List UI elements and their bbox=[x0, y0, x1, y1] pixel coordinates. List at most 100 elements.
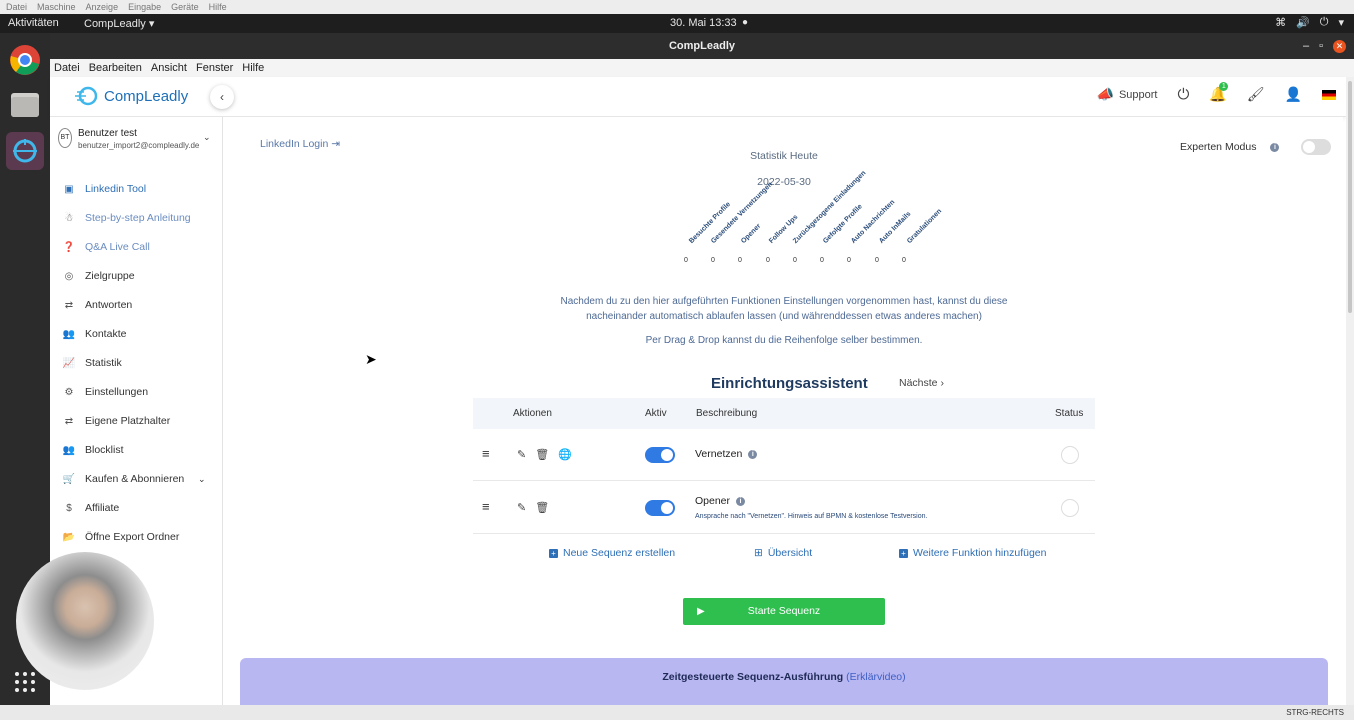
explainer-video-link[interactable]: (Erklärvideo) bbox=[846, 671, 906, 683]
support-label: Support bbox=[1118, 88, 1158, 101]
sidebar-item-eigene-platzhalter[interactable]: ⇄ Eigene Platzhalter bbox=[50, 408, 222, 434]
collapse-sidebar-button[interactable]: ‹ bbox=[210, 85, 234, 109]
close-icon[interactable]: ✕ bbox=[1333, 39, 1346, 53]
activities-button[interactable]: Aktivitäten bbox=[8, 17, 59, 29]
power-icon: ⏻ bbox=[1319, 16, 1329, 28]
edit-icon[interactable]: ✎ bbox=[517, 448, 526, 461]
host-menu-item[interactable]: Hilfe bbox=[209, 2, 227, 12]
stat-value: 0 bbox=[847, 257, 851, 264]
sidebar-item-statistik[interactable]: 📈 Statistik bbox=[50, 350, 222, 376]
app-menu-button[interactable]: CompLeadly ▾ bbox=[84, 17, 154, 30]
notifications-button[interactable]: 🔔 1 bbox=[1209, 82, 1229, 103]
table-row[interactable]: ≡ ✎ 🗑 🌐 Vernetzen i bbox=[473, 429, 1095, 481]
stat-value: 0 bbox=[793, 257, 797, 264]
chrome-icon[interactable] bbox=[6, 41, 44, 79]
sidebar-item-label: Linkedin Tool bbox=[85, 183, 147, 195]
column-status: Status bbox=[1055, 408, 1084, 419]
stat-value: 0 bbox=[820, 257, 824, 264]
active-toggle[interactable] bbox=[645, 500, 675, 516]
globe-icon[interactable]: 🌐 bbox=[558, 448, 572, 461]
row-description: Opener i bbox=[695, 495, 746, 507]
sidebar-item-einstellungen[interactable]: ⚙ Einstellungen bbox=[50, 379, 222, 405]
sidebar-item-label: Kontakte bbox=[85, 328, 127, 340]
sidebar-item-kaufen-abonnieren[interactable]: 🛒 Kaufen & Abonnieren ⌄ bbox=[50, 466, 222, 492]
info-icon[interactable]: i bbox=[748, 449, 758, 459]
wizard-next-label: Nächste bbox=[899, 377, 938, 389]
trash-icon[interactable]: 🗑 bbox=[535, 501, 549, 514]
profile-button[interactable]: 👤 bbox=[1285, 86, 1302, 103]
host-menu-item[interactable]: Eingabe bbox=[128, 2, 161, 12]
chevron-right-icon: › bbox=[940, 377, 944, 389]
host-menu-item[interactable]: Geräte bbox=[171, 2, 199, 12]
wizard-title: Einrichtungsassistent bbox=[711, 375, 868, 392]
logo-icon bbox=[75, 86, 98, 106]
info-icon[interactable]: i bbox=[736, 496, 746, 506]
sidebar-item-antworten[interactable]: ⇄ Antworten bbox=[50, 292, 222, 318]
person-icon: ☃ bbox=[64, 212, 74, 224]
table-header: Aktionen Aktiv Beschreibung Status bbox=[473, 398, 1095, 429]
menu-fenster[interactable]: Fenster bbox=[196, 62, 233, 74]
new-sequence-button[interactable]: + Neue Sequenz erstellen bbox=[549, 547, 675, 559]
row-subdescription: Ansprache nach "Vernetzen". Hinweis auf … bbox=[695, 513, 928, 520]
user-dropdown[interactable]: BT Benutzer test benutzer_import2@comple… bbox=[56, 125, 216, 155]
stat-value: 0 bbox=[711, 257, 715, 264]
status-indicator bbox=[1061, 499, 1079, 517]
clock[interactable]: 30. Mai 13:33 bbox=[670, 17, 737, 29]
paint-roller-button[interactable]: 🖌 bbox=[1247, 86, 1265, 103]
menu-ansicht[interactable]: Ansicht bbox=[151, 62, 187, 74]
sidebar-item-label: Kaufen & Abonnieren bbox=[85, 473, 185, 485]
block-icon: 👥 bbox=[62, 444, 76, 456]
sidebar-item-linkedin-tool[interactable]: ▣ Linkedin Tool bbox=[50, 176, 222, 202]
drag-handle-icon[interactable]: ≡ bbox=[482, 499, 490, 514]
active-toggle[interactable] bbox=[645, 447, 675, 463]
menu-bearbeiten[interactable]: Bearbeiten bbox=[89, 62, 142, 74]
sidebar-item-zielgruppe[interactable]: ◎ Zielgruppe bbox=[50, 263, 222, 289]
support-button[interactable]: 📣 Support bbox=[1097, 86, 1158, 103]
mouse-cursor: ➤ bbox=[365, 351, 377, 367]
sidebar-item-label: Einstellungen bbox=[85, 386, 149, 398]
host-menu-item[interactable]: Maschine bbox=[37, 2, 76, 12]
sidebar-item-label: Blocklist bbox=[85, 444, 124, 456]
sidebar-item-export-folder[interactable]: 📂 Öffne Export Ordner bbox=[50, 524, 222, 550]
app-menubar: Datei Bearbeiten Ansicht Fenster Hilfe bbox=[50, 59, 1354, 77]
german-flag-icon[interactable] bbox=[1322, 89, 1336, 100]
column-actions: Aktionen bbox=[513, 408, 552, 419]
status-indicator bbox=[1061, 446, 1079, 464]
menu-datei[interactable]: Datei bbox=[54, 62, 80, 74]
files-icon[interactable] bbox=[6, 85, 44, 123]
overview-button[interactable]: ⊞ Übersicht bbox=[754, 547, 812, 559]
menu-hilfe[interactable]: Hilfe bbox=[242, 62, 264, 74]
drag-drop-hint: Per Drag & Drop kannst du die Reihenfolg… bbox=[645, 335, 923, 346]
sidebar-item-label: Eigene Platzhalter bbox=[85, 415, 171, 427]
compleadly-dock-icon[interactable] bbox=[6, 132, 44, 170]
wizard-next-button[interactable]: Nächste › bbox=[899, 377, 944, 389]
row-title: Vernetzen bbox=[695, 448, 743, 460]
sidebar-item-step-by-step[interactable]: ☃ Step-by-step Anleitung bbox=[50, 205, 222, 231]
target-icon: ◎ bbox=[64, 270, 74, 282]
trash-icon[interactable]: 🗑 bbox=[535, 448, 549, 461]
chevron-left-icon: ‹ bbox=[220, 90, 224, 104]
drag-handle-icon[interactable]: ≡ bbox=[482, 446, 490, 461]
stat-date: 2022-05-30 bbox=[757, 176, 811, 188]
system-topbar: Aktivitäten CompLeadly ▾ 30. Mai 13:33 ●… bbox=[0, 14, 1354, 33]
maximize-icon[interactable]: ▫ bbox=[1319, 33, 1323, 59]
host-menu-item[interactable]: Anzeige bbox=[86, 2, 119, 12]
add-function-button[interactable]: + Weitere Funktion hinzufügen bbox=[899, 547, 1046, 559]
scrollbar[interactable] bbox=[1346, 77, 1354, 705]
logo[interactable]: CompLeadly bbox=[74, 85, 188, 107]
linkedin-login-link[interactable]: LinkedIn Login ⇥ bbox=[260, 138, 340, 150]
table-row[interactable]: ≡ ✎ 🗑 Opener i Ansprache nach "Vernetzen"… bbox=[473, 482, 1095, 534]
scrollbar-thumb[interactable] bbox=[1348, 81, 1352, 313]
edit-icon[interactable]: ✎ bbox=[517, 501, 526, 514]
host-menu-item[interactable]: Datei bbox=[6, 2, 27, 12]
system-tray[interactable]: ⌘ 🔊 ⏻ ▾ bbox=[1275, 16, 1344, 29]
sidebar-item-blocklist[interactable]: 👥 Blocklist bbox=[50, 437, 222, 463]
power-button[interactable]: ⏻ bbox=[1177, 86, 1189, 103]
sidebar-item-kontakte[interactable]: 👥 Kontakte bbox=[50, 321, 222, 347]
start-sequence-button[interactable]: ▶ Starte Sequenz bbox=[683, 598, 885, 625]
stat-value: 0 bbox=[738, 257, 742, 264]
sidebar-item-qa-live-call[interactable]: ❓ Q&A Live Call bbox=[50, 234, 222, 260]
stat-value: 0 bbox=[766, 257, 770, 264]
sidebar-item-affiliate[interactable]: $ Affiliate bbox=[50, 495, 222, 521]
minimize-icon[interactable]: – bbox=[1303, 33, 1309, 59]
